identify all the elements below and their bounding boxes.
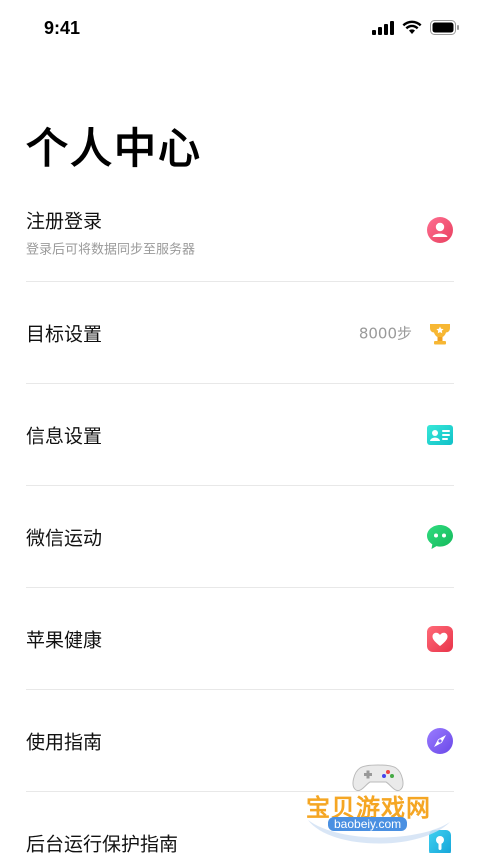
settings-menu: 注册登录 登录后可将数据同步至服务器 目标设置 8000步 信息设置 微信运动 … [0, 180, 480, 853]
menu-item-user-guide[interactable]: 使用指南 [0, 690, 480, 792]
user-icon [426, 216, 454, 244]
menu-item-wechat-sport[interactable]: 微信运动 [0, 486, 480, 588]
id-card-icon [426, 421, 454, 449]
menu-item-info-settings[interactable]: 信息设置 [0, 384, 480, 486]
menu-item-goal-settings[interactable]: 目标设置 8000步 [0, 282, 480, 384]
trophy-icon [426, 319, 454, 347]
heart-icon [426, 625, 454, 653]
menu-item-apple-health[interactable]: 苹果健康 [0, 588, 480, 690]
status-bar: 9:41 [0, 0, 480, 60]
status-icons [372, 20, 460, 39]
compass-icon [426, 727, 454, 755]
menu-item-label: 苹果健康 [26, 629, 103, 652]
battery-icon [430, 20, 460, 39]
status-time: 9:41 [44, 18, 81, 38]
menu-item-background-protection-guide[interactable]: 后台运行保护指南 [0, 792, 480, 853]
menu-item-label: 信息设置 [26, 425, 103, 448]
menu-item-label: 后台运行保护指南 [26, 833, 179, 853]
goal-steps-value: 8000步 [358, 324, 412, 343]
menu-item-label: 使用指南 [26, 731, 103, 754]
signal-icon [372, 20, 394, 39]
menu-item-subtitle: 登录后可将数据同步至服务器 [26, 242, 196, 258]
page-title: 个人中心 [26, 124, 203, 173]
shield-icon [426, 829, 454, 853]
wechat-icon [426, 523, 454, 551]
wifi-icon [402, 20, 422, 39]
menu-item-label: 微信运动 [26, 527, 103, 550]
menu-item-label: 目标设置 [26, 323, 103, 346]
menu-item-register-login[interactable]: 注册登录 登录后可将数据同步至服务器 [0, 180, 480, 282]
menu-item-label: 注册登录 [26, 210, 103, 233]
